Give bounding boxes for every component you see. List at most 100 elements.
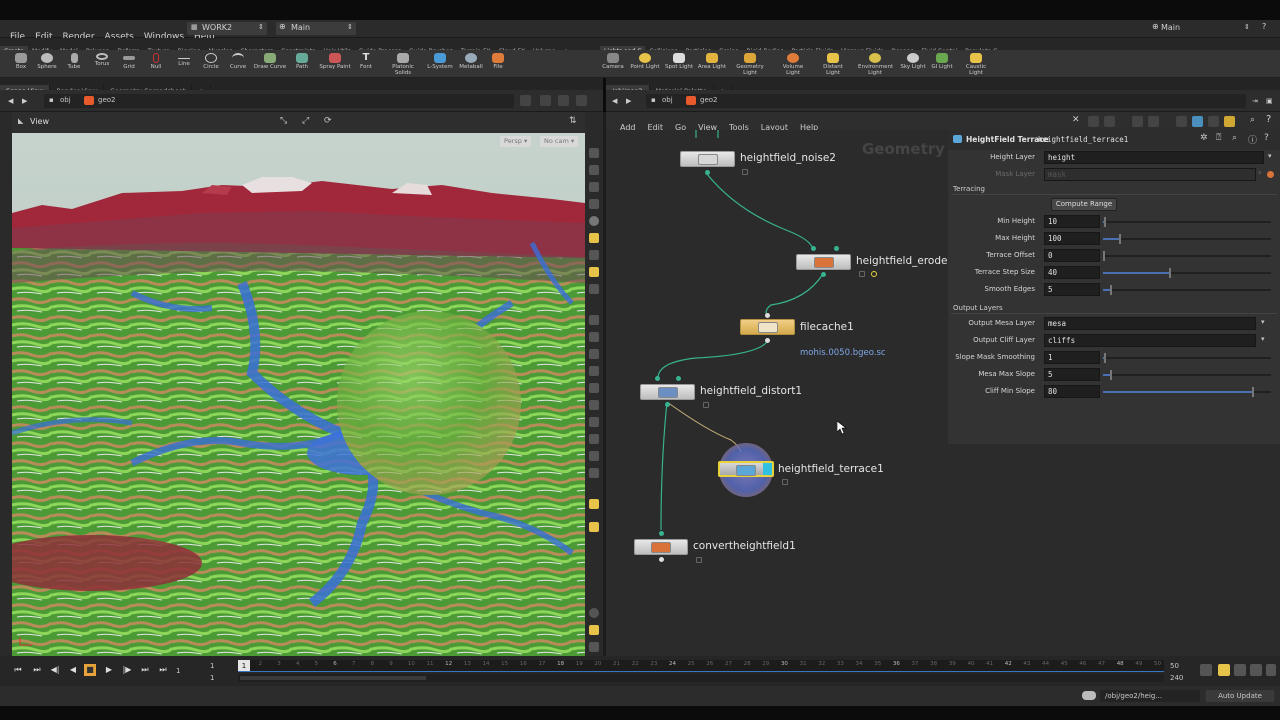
lock-icon[interactable] <box>742 169 748 175</box>
display-option-icon[interactable] <box>589 148 599 158</box>
shelf-tool-path[interactable]: Path <box>285 50 319 78</box>
grid-icon[interactable] <box>1132 116 1143 127</box>
shelf-tool-platonic-solids[interactable]: Platonic Solids <box>386 50 420 78</box>
view-label[interactable]: View <box>30 117 49 126</box>
chevron-down-icon[interactable]: ▾ <box>1261 335 1265 343</box>
wrench-icon[interactable]: ✕ <box>1072 115 1080 125</box>
end-frame-field[interactable]: 50 <box>1170 662 1179 670</box>
min-height-field[interactable]: 10 <box>1044 215 1100 228</box>
shelf-tool-camera[interactable]: Camera <box>596 50 630 78</box>
smooth-edges-field[interactable]: 5 <box>1044 283 1100 296</box>
back-arrow-icon[interactable]: ◀ <box>612 90 617 112</box>
step-forward-key-icon[interactable]: ⏭ <box>139 664 151 676</box>
info-icon[interactable]: ⓘ <box>1248 133 1257 146</box>
shelf-tool-geometry-light[interactable]: Geometry Light <box>733 50 767 78</box>
start-frame-field-2[interactable]: 1 <box>210 674 214 682</box>
bypass-flag-icon[interactable] <box>871 271 877 277</box>
display-option-icon[interactable] <box>589 332 599 342</box>
shelf-tool-spot-light[interactable]: Spot Light <box>662 50 696 78</box>
list-icon[interactable] <box>1088 116 1099 127</box>
right-context-selector[interactable]: ⊕ Main ⇕ ? <box>1150 22 1276 35</box>
step-size-field[interactable]: 40 <box>1044 266 1100 279</box>
shelf-tool-environment-light[interactable]: Environment Light <box>858 50 893 78</box>
shelf-tool-spray-paint[interactable]: Spray Paint <box>318 50 352 78</box>
node-heightfield-noise2[interactable] <box>680 151 735 167</box>
pane-options-icon[interactable]: ⇅ <box>569 116 577 126</box>
key-icon[interactable] <box>1200 664 1212 676</box>
shelf-tool-point-light[interactable]: Point Light <box>628 50 662 78</box>
shelf-tool-gi-light[interactable]: GI Light <box>925 50 959 78</box>
forward-arrow-icon[interactable]: ▶ <box>22 90 27 112</box>
lock-icon[interactable] <box>589 182 599 192</box>
min-height-slider[interactable] <box>1103 217 1271 227</box>
scene-viewport[interactable]: Persp ▾ No cam ▾ <box>12 133 585 656</box>
play-icon[interactable]: ▶ <box>103 664 115 676</box>
grid-view-icon[interactable] <box>589 625 599 635</box>
back-arrow-icon[interactable]: ◀ <box>8 90 13 112</box>
sticky-note-icon[interactable] <box>1224 116 1235 127</box>
display-option-icon[interactable] <box>589 383 599 393</box>
play-reverse-icon[interactable]: ◀ <box>67 664 79 676</box>
end-frame-field-2[interactable]: 240 <box>1170 674 1183 682</box>
slope-smooth-slider[interactable] <box>1103 353 1271 363</box>
desktop-selector[interactable]: ▦ WORK2 ⇕ <box>187 22 267 35</box>
display-option-icon[interactable] <box>589 349 599 359</box>
shelf-tool-volume-light[interactable]: Volume Light <box>776 50 810 78</box>
audio-icon[interactable] <box>1250 664 1262 676</box>
mesa-slope-field[interactable]: 5 <box>1044 368 1100 381</box>
crumb-obj[interactable]: obj <box>60 96 71 104</box>
display-flag-icon[interactable] <box>763 463 772 475</box>
shelf-tool-draw-curve[interactable]: Draw Curve <box>253 50 287 78</box>
crumb-geo2[interactable]: geo2 <box>98 96 116 104</box>
mesa-layer-field[interactable]: mesa <box>1044 317 1256 330</box>
node-heightfield-erode1[interactable] <box>796 254 851 270</box>
maximize-icon[interactable] <box>576 95 587 106</box>
range-slider[interactable] <box>238 674 1164 682</box>
context-selector[interactable]: ⊕ Main ⇕ <box>276 22 356 35</box>
search-icon[interactable]: ⌕ <box>1250 115 1255 125</box>
display-option-icon[interactable] <box>589 165 599 175</box>
shelf-tool-area-light[interactable]: Area Light <box>695 50 729 78</box>
filecache-output-path[interactable]: mohis.0050.bgeo.sc <box>800 348 886 358</box>
shelf-tool-distant-light[interactable]: Distant Light <box>816 50 850 78</box>
current-frame-field[interactable]: 1 <box>176 667 180 675</box>
lock-icon[interactable] <box>703 402 709 408</box>
max-height-field[interactable]: 100 <box>1044 232 1100 245</box>
camera-menu[interactable]: No cam ▾ <box>540 136 579 147</box>
shelf-tool-curve[interactable]: Curve <box>221 50 255 78</box>
step-size-slider[interactable] <box>1103 268 1271 278</box>
left-path-field[interactable]: ▪ obj geo2 <box>44 94 514 108</box>
input-connector[interactable] <box>834 246 839 251</box>
right-path-field[interactable]: ▪ obj geo2 <box>646 94 1246 108</box>
mask-layer-field[interactable]: mask <box>1044 168 1256 181</box>
chat-icon[interactable] <box>1082 691 1096 700</box>
chevron-down-icon[interactable]: ▾ <box>1261 318 1265 326</box>
jump-start-icon[interactable]: ⏮ <box>12 664 24 676</box>
snapshot-icon[interactable] <box>589 499 599 509</box>
help-icon[interactable]: ⍰ <box>1216 133 1221 143</box>
color-palette-icon[interactable] <box>1176 116 1187 127</box>
terrace-offset-field[interactable]: 0 <box>1044 249 1100 262</box>
help-icon[interactable]: ? <box>1264 133 1269 143</box>
range-slider-handle[interactable] <box>240 676 426 680</box>
display-option-icon[interactable] <box>589 199 599 209</box>
camera-icon[interactable] <box>589 267 599 277</box>
step-back-key-icon[interactable]: ⏭ <box>31 664 43 676</box>
output-connector[interactable] <box>705 170 710 175</box>
step-back-icon[interactable]: ◀| <box>49 664 61 676</box>
input-connector[interactable] <box>676 376 681 381</box>
display-option-icon[interactable] <box>589 400 599 410</box>
lock-icon[interactable] <box>859 271 865 277</box>
menu-arrow-icon[interactable]: ◣ <box>18 117 23 125</box>
node-name-field[interactable]: heightfield_terrace1 <box>1038 135 1128 144</box>
screen-icon[interactable] <box>589 642 599 652</box>
output-connector[interactable] <box>665 402 670 407</box>
tree-icon[interactable] <box>1104 116 1115 127</box>
realtime-icon[interactable] <box>1218 664 1230 676</box>
shading-icon[interactable] <box>589 216 599 226</box>
display-option-icon[interactable] <box>589 284 599 294</box>
cliff-layer-field[interactable]: cliffs <box>1044 334 1256 347</box>
cliff-slope-slider[interactable] <box>1103 387 1271 397</box>
node-link-icon[interactable] <box>1267 171 1274 178</box>
layout-icon[interactable] <box>1148 116 1159 127</box>
